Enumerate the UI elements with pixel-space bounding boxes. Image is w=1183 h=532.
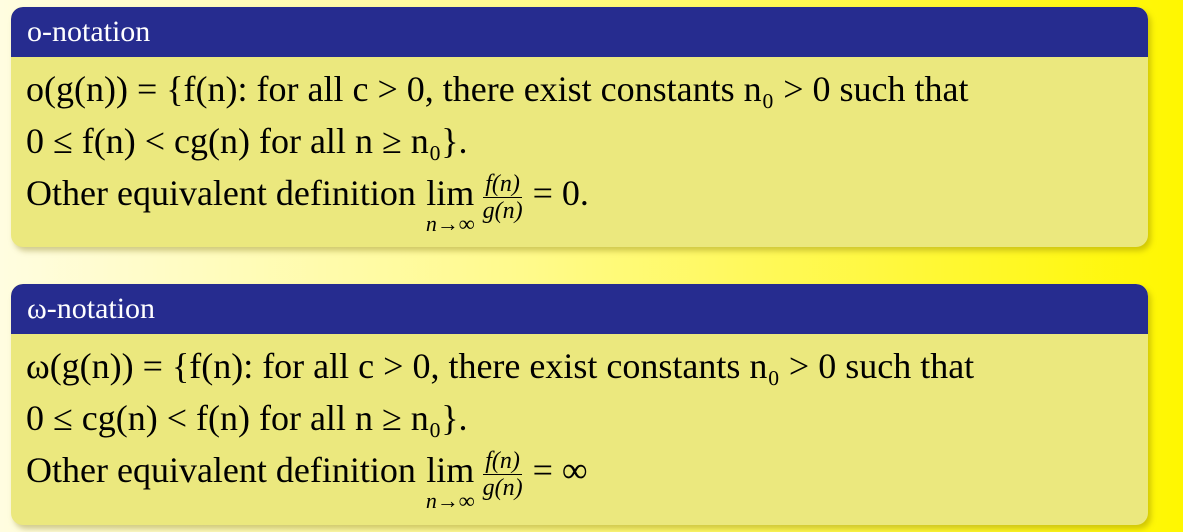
lim-label: lim — [426, 173, 475, 213]
definition-line-2: 0 ≤ cg(n) < f(n) for all n ≥ n₀}. — [26, 398, 468, 438]
limit-definition-text: Other equivalent definition — [26, 450, 416, 490]
o-notation-block: o-notation o(g(n)) = {f(n): for all c > … — [11, 7, 1148, 247]
block-body: o(g(n)) = {f(n): for all c > 0, there ex… — [11, 57, 1148, 237]
limit-operator: lim n→∞ — [426, 444, 475, 512]
fraction-numerator: f(n) — [483, 448, 522, 475]
fraction: f(n) g(n) — [481, 167, 525, 224]
block-title: ω-notation — [11, 284, 1148, 334]
fraction-numerator: f(n) — [483, 171, 522, 198]
definition-line-2: 0 ≤ f(n) < cg(n) for all n ≥ n₀}. — [26, 121, 468, 161]
fraction-denominator: g(n) — [482, 475, 523, 501]
definition-line-1: ω(g(n)) = {f(n): for all c > 0, there ex… — [26, 346, 975, 386]
limit-operator: lim n→∞ — [426, 167, 475, 235]
limit-definition-line: Other equivalent definition lim n→∞ f(n)… — [26, 444, 1148, 514]
limit-result: = ∞ — [532, 450, 588, 490]
lim-subscript: n→∞ — [425, 211, 475, 236]
lim-label: lim — [426, 450, 475, 490]
lim-subscript: n→∞ — [425, 488, 475, 513]
omega-notation-block: ω-notation ω(g(n)) = {f(n): for all c > … — [11, 284, 1148, 525]
block-body: ω(g(n)) = {f(n): for all c > 0, there ex… — [11, 334, 1148, 514]
limit-definition-text: Other equivalent definition — [26, 173, 416, 213]
fraction: f(n) g(n) — [481, 444, 525, 501]
limit-definition-line: Other equivalent definition lim n→∞ f(n)… — [26, 167, 1148, 237]
definition-line-1: o(g(n)) = {f(n): for all c > 0, there ex… — [26, 69, 969, 109]
limit-result: = 0. — [532, 173, 589, 213]
block-title: o-notation — [11, 7, 1148, 57]
fraction-denominator: g(n) — [482, 198, 523, 224]
